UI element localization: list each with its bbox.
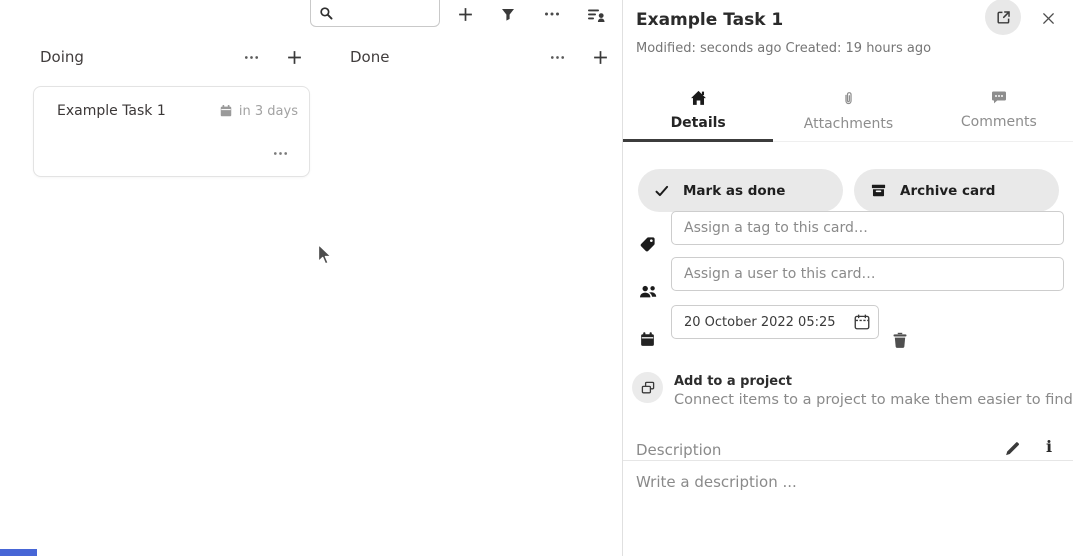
app-window: Doing Done	[0, 0, 1073, 556]
more-icon	[243, 49, 260, 66]
description-divider	[623, 460, 1073, 461]
card-menu-button[interactable]	[267, 140, 293, 166]
assign-user-input[interactable]	[671, 257, 1064, 291]
column-header-done: Done	[350, 44, 613, 70]
check-icon	[654, 183, 670, 199]
more-icon	[549, 49, 566, 66]
add-to-project-subtitle: Connect items to a project to make them …	[674, 392, 1073, 408]
date-picker-button[interactable]	[853, 313, 871, 331]
board-add-button[interactable]	[452, 1, 478, 27]
task-meta: Modified: seconds ago Created: 19 hours …	[636, 41, 931, 56]
calendar-icon	[219, 104, 233, 118]
description-label: Description	[636, 441, 721, 459]
more-icon	[272, 145, 289, 162]
list-person-icon	[587, 6, 606, 23]
archive-icon	[870, 182, 887, 199]
tab-details[interactable]: Details	[623, 84, 773, 141]
card-due-date: in 3 days	[219, 104, 298, 119]
archive-card-button[interactable]: Archive card	[854, 169, 1059, 212]
edit-description-button[interactable]	[1001, 437, 1023, 459]
column-menu-button[interactable]	[544, 44, 570, 70]
close-panel-button[interactable]	[1039, 9, 1057, 27]
plus-icon	[457, 6, 474, 23]
board-menu-button[interactable]	[539, 1, 565, 27]
column-add-card-button[interactable]	[587, 44, 613, 70]
comment-icon	[991, 90, 1007, 105]
due-date-input[interactable]	[671, 305, 879, 339]
tab-label: Attachments	[804, 116, 893, 132]
column-title: Doing	[40, 48, 84, 66]
pencil-icon	[1004, 440, 1021, 457]
description-placeholder[interactable]: Write a description ...	[636, 473, 797, 491]
plus-icon	[286, 49, 303, 66]
column-header-doing: Doing	[40, 44, 307, 70]
search-icon	[319, 6, 334, 21]
popout-icon	[995, 9, 1012, 26]
card-due-label: in 3 days	[239, 104, 298, 119]
project-icon-circle	[632, 372, 663, 403]
filter-icon	[500, 6, 516, 22]
add-to-project-title: Add to a project	[674, 374, 792, 389]
tab-label: Details	[671, 115, 726, 131]
tab-comments[interactable]: Comments	[924, 84, 1073, 141]
remove-due-date-button[interactable]	[891, 329, 913, 351]
tab-label: Comments	[961, 114, 1037, 130]
stacked-windows-icon	[640, 380, 656, 396]
column-menu-button[interactable]	[238, 44, 264, 70]
paperclip-icon	[841, 90, 856, 107]
mark-as-done-label: Mark as done	[683, 183, 785, 199]
users-icon	[639, 284, 658, 299]
kanban-board: Doing Done	[0, 0, 622, 556]
background-window-fragment	[0, 549, 37, 556]
home-icon	[690, 90, 707, 106]
card-title: Example Task 1	[57, 103, 166, 119]
plus-icon	[592, 49, 609, 66]
task-card[interactable]: Example Task 1 in 3 days	[33, 86, 310, 177]
details-tab-bar: Details Attachments Comments	[623, 84, 1073, 142]
column-title: Done	[350, 48, 389, 66]
board-assignees-view-button[interactable]	[583, 1, 609, 27]
task-details-panel: Example Task 1 Modified: seconds ago Cre…	[622, 0, 1073, 556]
archive-card-label: Archive card	[900, 183, 995, 199]
description-info-button[interactable]: i	[1040, 435, 1058, 457]
calendar-outline-icon	[853, 313, 871, 331]
trash-icon	[891, 331, 909, 349]
calendar-icon	[639, 331, 656, 348]
more-icon	[543, 5, 561, 23]
column-add-card-button[interactable]	[281, 44, 307, 70]
board-filter-button[interactable]	[495, 1, 521, 27]
open-in-window-button[interactable]	[985, 0, 1021, 35]
assign-tag-input[interactable]	[671, 211, 1064, 245]
tab-attachments[interactable]: Attachments	[773, 84, 923, 141]
add-to-project-row[interactable]: Add to a project Connect items to a proj…	[623, 371, 1073, 407]
close-icon	[1041, 11, 1056, 26]
mark-as-done-button[interactable]: Mark as done	[638, 169, 843, 212]
task-title: Example Task 1	[636, 10, 783, 30]
tag-icon	[639, 236, 656, 253]
search-box	[310, 0, 440, 27]
